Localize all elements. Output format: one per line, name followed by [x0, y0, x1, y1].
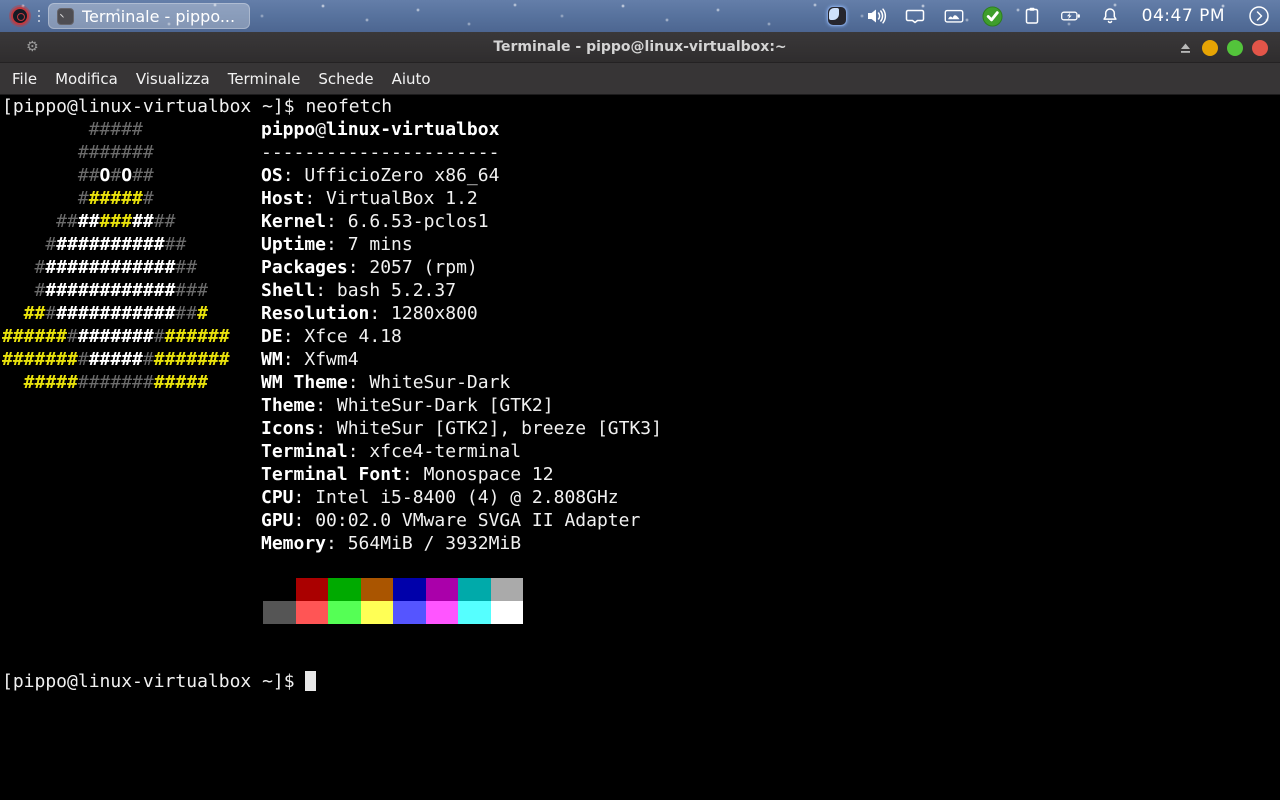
color-swatch [328, 578, 361, 601]
shell-prompt: [pippo@linux-virtualbox ~]$ [2, 671, 305, 692]
gear-icon: ⚙ [26, 40, 41, 55]
color-swatch [263, 601, 296, 624]
battery-charging-icon[interactable] [1060, 3, 1082, 29]
menu-item-aiuto[interactable]: Aiuto [383, 65, 440, 93]
notification-bell-icon[interactable] [1099, 3, 1121, 29]
window-title: Terminale - pippo@linux-virtualbox:~ [0, 39, 1280, 55]
menu-item-terminale[interactable]: Terminale [219, 65, 310, 93]
terminal-window: ⚙ Terminale - pippo@linux-virtualbox:~ F… [0, 32, 1280, 800]
neofetch-ascii-logo: ##### ####### ##O#O## ####### ##########… [2, 118, 230, 394]
color-swatch [296, 601, 329, 624]
taskbar-button-label: Terminale - pippo... [82, 7, 235, 26]
prompt-line: [pippo@linux-virtualbox ~]$ neofetch [2, 95, 392, 118]
color-swatch [426, 601, 459, 624]
window-titlebar: ⚙ Terminale - pippo@linux-virtualbox:~ [0, 32, 1280, 63]
clipboard-icon[interactable] [1021, 3, 1043, 29]
color-swatch [458, 601, 491, 624]
notification-bubble-icon[interactable] [904, 3, 926, 29]
panel-drag-handle[interactable] [36, 7, 42, 25]
volume-icon[interactable] [865, 3, 887, 29]
color-swatch [263, 578, 296, 601]
menu-item-visualizza[interactable]: Visualizza [127, 65, 219, 93]
menu-item-modifica[interactable]: Modifica [46, 65, 127, 93]
menu-item-file[interactable]: File [3, 65, 46, 93]
workspace-switcher-icon[interactable] [826, 3, 848, 29]
taskbar-button-terminal[interactable]: Terminale - pippo... [48, 3, 250, 29]
color-swatch [393, 601, 426, 624]
shade-button[interactable] [1177, 40, 1193, 56]
prompt-line-current: [pippo@linux-virtualbox ~]$ [2, 670, 316, 693]
color-swatch [361, 578, 394, 601]
color-swatch [328, 601, 361, 624]
color-swatch [491, 601, 524, 624]
color-swatch [296, 578, 329, 601]
shell-prompt: [pippo@linux-virtualbox ~]$ [2, 96, 305, 117]
color-swatch [361, 601, 394, 624]
panel-clock[interactable]: 04:47 PM [1142, 6, 1225, 26]
color-swatch [393, 578, 426, 601]
palette-row-normal [263, 578, 523, 601]
color-swatch [491, 578, 524, 601]
menu-item-schede[interactable]: Schede [309, 65, 382, 93]
text-cursor [305, 671, 316, 691]
close-button[interactable] [1252, 40, 1268, 56]
minimize-button[interactable] [1202, 40, 1218, 56]
terminal-color-palette [263, 578, 523, 624]
maximize-button[interactable] [1227, 40, 1243, 56]
software-updates-icon[interactable] [982, 3, 1004, 29]
shell-command: neofetch [305, 96, 392, 117]
neofetch-info: pippo@linux-virtualbox -----------------… [261, 118, 662, 555]
color-swatch [426, 578, 459, 601]
app-menu-button[interactable] [5, 1, 35, 31]
terminal-screen[interactable]: [pippo@linux-virtualbox ~]$ neofetch ###… [0, 95, 1280, 800]
distro-menu-icon [11, 7, 29, 25]
menubar: FileModificaVisualizzaTerminaleSchedeAiu… [0, 63, 1280, 95]
desktop: Terminale - pippo... [0, 0, 1280, 800]
panel-expand-icon[interactable] [1248, 3, 1270, 29]
palette-row-bright [263, 601, 523, 624]
display-wallpaper-icon[interactable] [943, 3, 965, 29]
top-panel: Terminale - pippo... [0, 0, 1280, 32]
color-swatch [458, 578, 491, 601]
terminal-icon [57, 8, 74, 25]
